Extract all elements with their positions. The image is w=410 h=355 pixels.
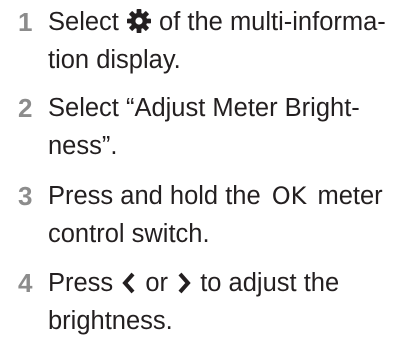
- step-text: Select of the multi-informa- tion displa…: [48, 3, 408, 79]
- step-line: Press or to adjust the: [48, 264, 408, 302]
- step-number: 4: [18, 268, 33, 298]
- step-number: 3: [18, 181, 33, 211]
- step-text-part: Select: [48, 8, 126, 36]
- step-line: Select of the multi-informa-: [48, 3, 408, 41]
- step-text-part: of the multi-informa-: [151, 8, 386, 36]
- ok-switch-label: OK: [271, 182, 307, 210]
- step-number: 1: [18, 7, 33, 37]
- step-text-part: Press: [48, 269, 121, 297]
- step-line: control switch.: [48, 220, 210, 248]
- gear-icon: [126, 8, 152, 34]
- step-text-part: to adjust the: [193, 269, 340, 297]
- step-text: Press and hold the OK meter control swit…: [48, 177, 408, 253]
- chevron-left-icon: [120, 271, 138, 295]
- step-line: Press and hold the OK meter: [48, 177, 408, 215]
- chevron-right-icon: [175, 271, 193, 295]
- step-number: 2: [18, 93, 33, 123]
- step-text: Select “Adjust Meter Bright- ness”.: [48, 89, 408, 165]
- step-line: tion display.: [48, 46, 181, 74]
- step-text-part: Press and hold the: [48, 182, 268, 210]
- step-text-part: meter: [310, 182, 383, 210]
- step-line: brightness.: [48, 307, 173, 335]
- step-line: ness”.: [48, 132, 118, 160]
- step-line: Select “Adjust Meter Bright-: [48, 94, 360, 122]
- step-text: Press or to adjust the brightness.: [48, 264, 408, 340]
- step-text-part: or: [138, 269, 176, 297]
